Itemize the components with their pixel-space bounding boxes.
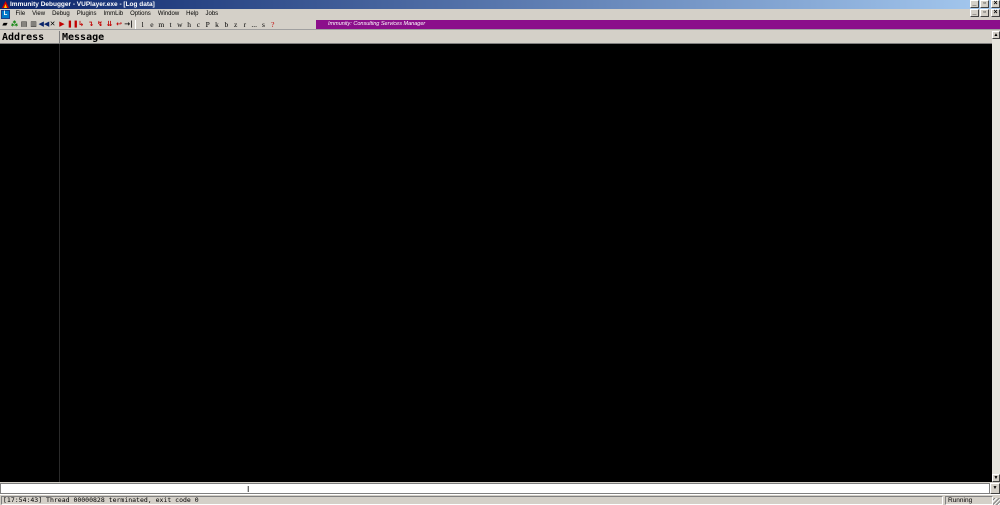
help-button[interactable]: ? [268, 20, 277, 29]
arrow-down-icon: ▼ [993, 475, 999, 481]
menu-window[interactable]: Window [154, 9, 182, 19]
handles-button[interactable]: h [184, 20, 193, 29]
open-folder-icon[interactable]: ▰ [1, 20, 10, 29]
close-button[interactable]: × [991, 0, 1000, 8]
window-title: Immunity Debugger - VUPlayer.exe - [Log … [10, 1, 155, 8]
close-file-icon[interactable]: ▤ [20, 20, 29, 29]
executable-modules-button[interactable]: e [147, 20, 156, 29]
status-message: [17:54:43] Thread 00000828 terminated, e… [1, 496, 943, 505]
execute-till-return-icon[interactable]: ↩ [115, 20, 124, 29]
toolbar-separator [135, 19, 136, 29]
column-header-address[interactable]: Address [0, 31, 60, 43]
minimize-button[interactable]: _ [970, 0, 979, 8]
close-icon: × [993, 9, 998, 16]
mdi-close-button[interactable]: × [991, 9, 1000, 17]
threads-button[interactable]: t [166, 20, 175, 29]
menu-options[interactable]: Options [127, 9, 155, 19]
memory-map-button[interactable]: m [157, 20, 166, 29]
menu-debug[interactable]: Debug [49, 9, 74, 19]
menu-file[interactable]: File [12, 9, 29, 19]
breakpoints-button[interactable]: b [222, 20, 231, 29]
chevron-down-icon: ▼ [992, 485, 998, 491]
patches-button[interactable]: P [203, 20, 212, 29]
source-button[interactable]: ... [250, 20, 259, 29]
screenshot-icon[interactable]: ▥ [29, 20, 38, 29]
minimize-icon: _ [972, 9, 977, 16]
debugger-state: Running [945, 496, 993, 505]
log-window-button[interactable]: l [138, 20, 147, 29]
run-trace-button[interactable]: r [240, 20, 249, 29]
title-bar: Immunity Debugger - VUPlayer.exe - [Log … [0, 0, 1000, 9]
restore-icon: ▫ [983, 0, 986, 7]
command-bar: ▼ [0, 483, 1000, 494]
cpu-button[interactable]: c [194, 20, 203, 29]
source-list-button[interactable]: s [259, 20, 268, 29]
references-button[interactable]: z [231, 20, 240, 29]
arrow-up-icon: ▲ [993, 32, 999, 38]
column-divider [59, 44, 60, 482]
mdi-window-controls: _ ▫ × [969, 9, 1000, 17]
mdi-minimize-button[interactable]: _ [970, 9, 979, 17]
close-icon: × [993, 0, 998, 7]
restart-icon[interactable]: ◀◀ [39, 20, 50, 29]
terminate-icon[interactable]: ✕ [48, 20, 57, 29]
command-history-dropdown[interactable]: ▼ [990, 483, 1000, 494]
menu-jobs[interactable]: Jobs [202, 9, 222, 19]
command-input[interactable] [0, 483, 990, 494]
scroll-up-button[interactable]: ▲ [992, 31, 1000, 39]
step-over-icon[interactable]: ↴ [86, 20, 95, 29]
restore-icon: ▫ [983, 9, 986, 16]
consulting-banner[interactable]: Immunity: Consulting Services Manager [316, 20, 1000, 29]
mdi-restore-button[interactable]: ▫ [980, 9, 989, 17]
step-into-icon[interactable]: ↳ [77, 20, 86, 29]
column-header-message[interactable]: Message [60, 31, 992, 43]
resize-grip-icon[interactable] [993, 498, 1000, 505]
log-table-header: Address Message [0, 31, 992, 44]
window-controls: _ ▫ × [969, 0, 1000, 8]
status-bar: [17:54:43] Thread 00000828 terminated, e… [0, 494, 1000, 505]
immunity-app-icon[interactable] [2, 1, 9, 8]
menu-plugins[interactable]: Plugins [73, 9, 100, 19]
menu-immlib[interactable]: ImmLib [100, 9, 127, 19]
run-icon[interactable]: ▶ [58, 20, 67, 29]
minimize-icon: _ [972, 0, 977, 7]
menu-bar: L File View Debug Plugins ImmLib Options… [0, 9, 1000, 19]
windows-button[interactable]: w [175, 20, 184, 29]
restore-button[interactable]: ▫ [980, 0, 989, 8]
scroll-down-button[interactable]: ▼ [992, 474, 1000, 482]
trace-into-icon[interactable]: ↯ [96, 20, 105, 29]
menu-help[interactable]: Help [183, 9, 202, 19]
text-cursor-icon: I [247, 485, 250, 494]
trace-over-icon[interactable]: ⇊ [105, 20, 114, 29]
mdi-child-icon[interactable]: L [1, 9, 10, 19]
call-stack-button[interactable]: k [212, 20, 221, 29]
menu-view[interactable]: View [29, 9, 49, 19]
go-to-address-icon[interactable]: →| [124, 20, 133, 29]
vertical-scrollbar[interactable]: ▲ ▼ [992, 31, 1000, 482]
attach-icon[interactable]: ⁂ [10, 20, 19, 29]
pause-icon[interactable]: ❚❚ [67, 20, 79, 29]
log-data-area[interactable] [0, 44, 992, 482]
